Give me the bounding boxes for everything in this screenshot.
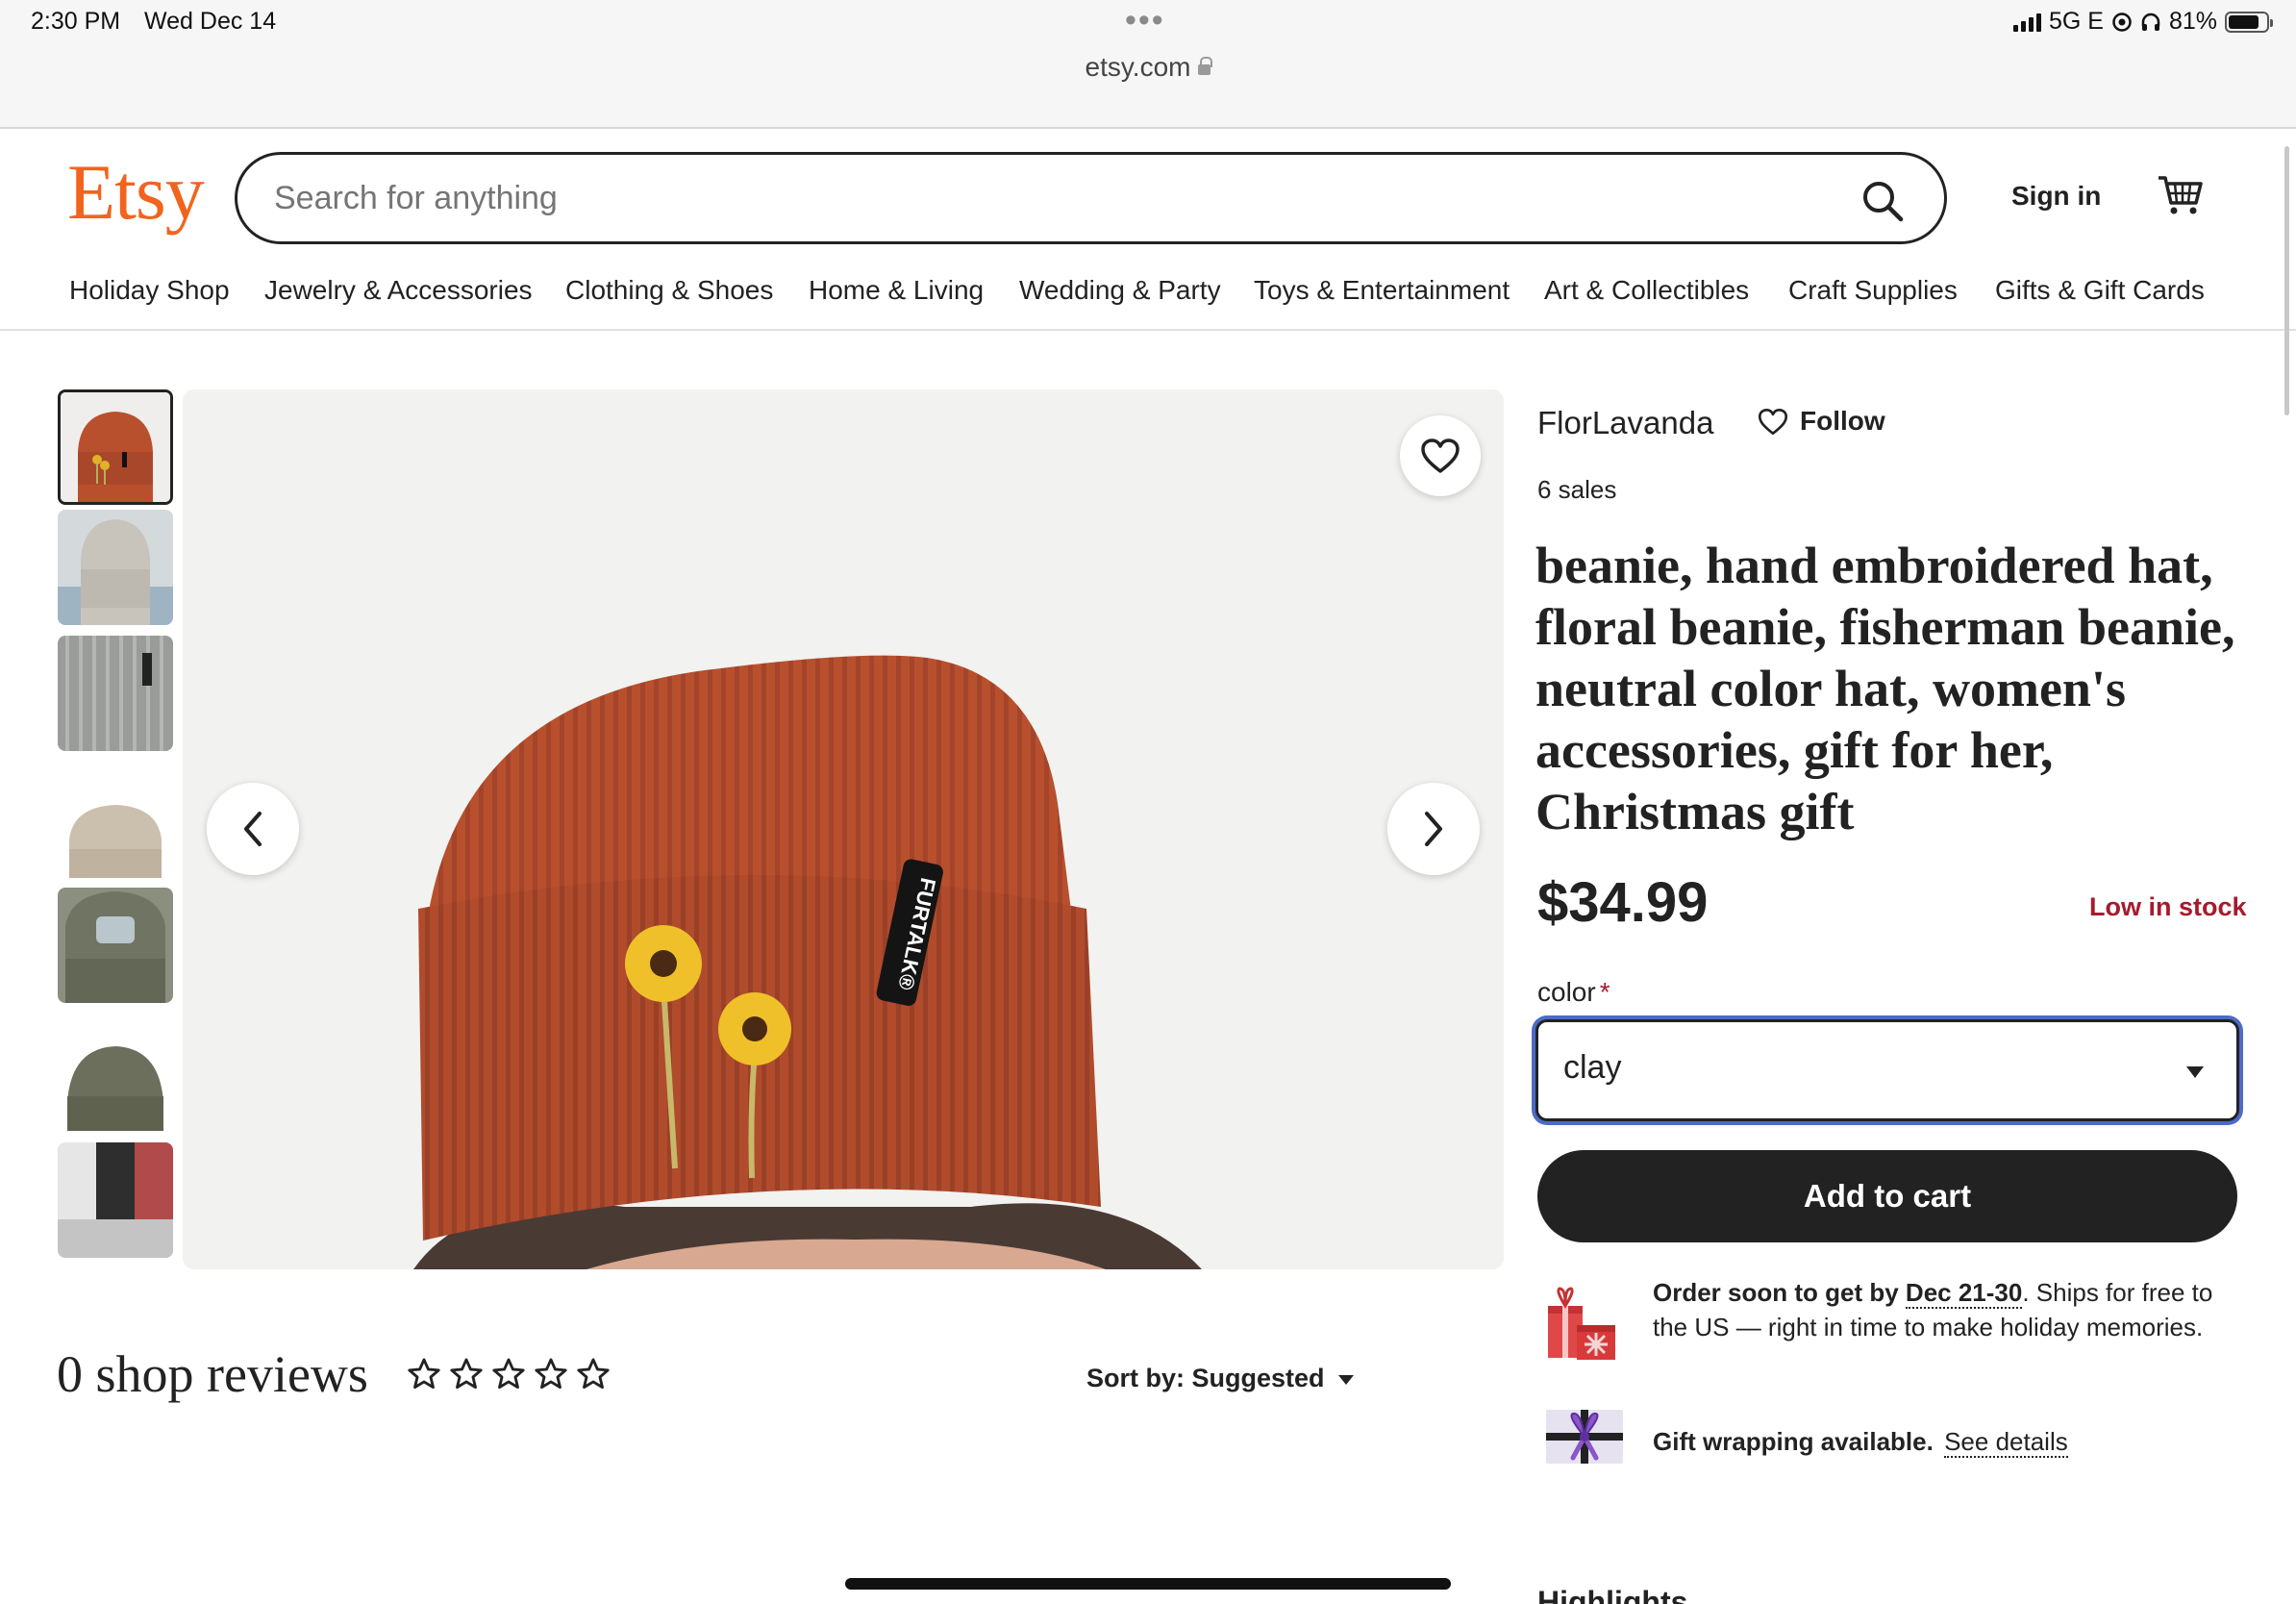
nav-home-living[interactable]: Home & Living <box>809 275 984 306</box>
chevron-left-icon <box>244 812 262 846</box>
thumbnail-3-image <box>58 636 173 751</box>
star-icon <box>450 1358 483 1390</box>
headphones-icon <box>2141 13 2160 31</box>
thumbnail-4-image <box>58 763 173 878</box>
color-label-text: color <box>1537 977 1596 1007</box>
product-main-image: FURTALK® <box>183 389 1504 1269</box>
color-select-value: clay <box>1563 1049 1622 1086</box>
delivery-estimate: Order soon to get by Dec 21-30. Ships fo… <box>1653 1275 2249 1344</box>
sales-count: 6 sales <box>1537 475 1617 504</box>
search-input[interactable] <box>274 174 1812 222</box>
favorite-button[interactable] <box>1400 415 1481 496</box>
thumbnail-6[interactable] <box>58 1015 173 1131</box>
delivery-prefix: Order soon to get by <box>1653 1278 1899 1307</box>
thumbnail-4[interactable] <box>58 763 173 878</box>
caret-down-icon <box>2186 1066 2204 1078</box>
star-icon <box>577 1358 610 1390</box>
caret-down-icon <box>1337 1374 1354 1385</box>
network-label: 5G E <box>2048 8 2104 35</box>
home-indicator[interactable] <box>845 1578 1451 1590</box>
chevron-right-icon <box>1425 812 1442 846</box>
sort-dropdown[interactable]: Sort by: Suggested <box>1086 1364 1354 1393</box>
see-details-link[interactable]: See details <box>1944 1427 2068 1458</box>
delivery-date[interactable]: Dec 21-30 <box>1905 1278 2023 1309</box>
thumbnail-1[interactable] <box>58 389 173 505</box>
shop-reviews-heading: 0 shop reviews <box>57 1345 368 1403</box>
sign-in-link[interactable]: Sign in <box>2011 181 2101 212</box>
stock-status: Low in stock <box>2089 892 2247 921</box>
star-icon <box>408 1358 440 1390</box>
nav-craft-supplies[interactable]: Craft Supplies <box>1788 275 1958 306</box>
thumbnail-6-image <box>58 1015 173 1131</box>
page-scrollbar[interactable] <box>2284 146 2289 415</box>
status-date: Wed Dec 14 <box>144 8 277 35</box>
cart-icon[interactable] <box>2157 171 2205 219</box>
star-icon <box>492 1358 525 1390</box>
search-bar <box>235 152 1947 244</box>
gift-wrapping-label: Gift wrapping available. <box>1653 1427 1934 1456</box>
signal-icon <box>2012 13 2041 32</box>
thumbnail-2[interactable] <box>58 510 173 625</box>
follow-label: Follow <box>1800 406 1885 436</box>
highlights-heading[interactable]: Highlights <box>1537 1585 1687 1604</box>
gift-wrapping-info: Gift wrapping available. See details <box>1653 1427 2068 1458</box>
search-icon[interactable] <box>1859 178 1906 224</box>
thumbnail-5-image <box>58 888 173 1003</box>
previous-image-button[interactable] <box>207 783 299 875</box>
address-bar-url: etsy.com <box>1085 52 1191 82</box>
beanie-photo: FURTALK® <box>183 389 1504 1269</box>
nav-art-collectibles[interactable]: Art & Collectibles <box>1544 275 1749 306</box>
star-icon <box>535 1358 567 1390</box>
browser-status-bar: 2:30 PM Wed Dec 14 ••• etsy.com 5G E 81% <box>0 0 2296 129</box>
focus-icon <box>2112 12 2132 32</box>
battery-fill <box>2229 14 2259 29</box>
lock-icon <box>1198 57 1213 75</box>
color-select[interactable]: clay <box>1535 1019 2239 1121</box>
nav-clothing-shoes[interactable]: Clothing & Shoes <box>565 275 773 306</box>
thumbnail-3[interactable] <box>58 636 173 751</box>
sunflower-1 <box>625 925 702 1002</box>
gift-wrap-icon <box>1546 1410 1623 1464</box>
color-option-label: color * <box>1537 977 1610 1008</box>
nav-jewelry-accessories[interactable]: Jewelry & Accessories <box>264 275 533 306</box>
nav-wedding-party[interactable]: Wedding & Party <box>1019 275 1221 306</box>
add-to-cart-button[interactable]: Add to cart <box>1537 1150 2237 1242</box>
heart-icon <box>1421 439 1460 473</box>
product-price: $34.99 <box>1537 871 1709 934</box>
thumbnail-7-image <box>58 1142 173 1258</box>
product-title: beanie, hand embroidered hat, floral bea… <box>1535 537 2235 840</box>
next-image-button[interactable] <box>1387 783 1480 875</box>
thumbnail-2-image <box>58 510 173 625</box>
battery-percent: 81% <box>2168 8 2217 35</box>
gift-box-icon <box>1548 1287 1615 1360</box>
more-dots-icon[interactable]: ••• <box>1125 2 1165 39</box>
nav-holiday-shop[interactable]: Holiday Shop <box>69 275 230 306</box>
shop-name-link[interactable]: FlorLavanda <box>1537 405 1713 441</box>
nav-gifts-gift-cards[interactable]: Gifts & Gift Cards <box>1995 275 2205 306</box>
etsy-logo[interactable]: Etsy <box>67 147 205 238</box>
category-nav: Holiday Shop Jewelry & Accessories Cloth… <box>0 269 2296 331</box>
address-bar[interactable]: etsy.com <box>0 52 2296 83</box>
thumbnail-1-image <box>61 392 170 502</box>
battery-icon <box>2225 11 2273 33</box>
sunflower-2 <box>718 992 791 1065</box>
sort-label: Sort by: Suggested <box>1086 1364 1325 1392</box>
star-rating <box>406 1356 611 1392</box>
thumbnail-5[interactable] <box>58 888 173 1003</box>
required-asterisk: * <box>1599 977 1610 1007</box>
heart-outline-icon <box>1758 408 1788 435</box>
follow-shop-button[interactable]: Follow <box>1758 406 1885 437</box>
thumbnail-7[interactable] <box>58 1142 173 1258</box>
status-time: 2:30 PM <box>31 8 121 35</box>
status-indicators: 5G E 81% <box>2012 8 2273 36</box>
nav-toys-entertainment[interactable]: Toys & Entertainment <box>1254 275 1510 306</box>
